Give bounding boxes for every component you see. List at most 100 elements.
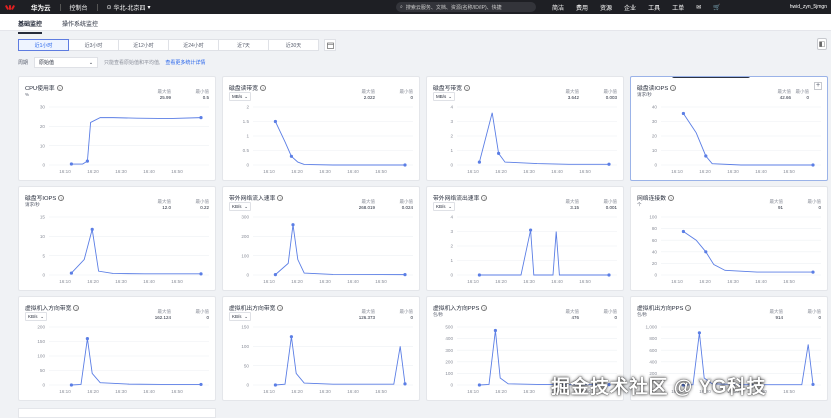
metric-chart: 300 200 100 0 16:10 16:20 16:30 16:40 16:50 <box>241 215 413 284</box>
x-tick-label: 16:10 <box>467 389 479 394</box>
x-tick-label: 16:50 <box>783 169 795 174</box>
nav-enterprise[interactable]: 企业 <box>624 3 636 12</box>
x-tick-label: 16:50 <box>375 169 387 174</box>
x-tick-label: 16:40 <box>347 279 359 284</box>
x-tick-label: 16:50 <box>171 389 183 394</box>
metric-chart: 200 150 100 50 0 16:10 16:20 16:30 16:40 16:50 <box>37 325 209 394</box>
metric-series-line <box>683 113 813 166</box>
y-tick-label: 0 <box>246 273 249 278</box>
y-tick-label: 100 <box>445 371 453 376</box>
nav-resources[interactable]: 资源 <box>600 3 612 12</box>
side-panel-icon[interactable]: ◧ <box>817 38 827 50</box>
x-tick-label: 16:20 <box>495 389 507 394</box>
global-search-input[interactable]: ⌕ 搜索云服务、文档、资源(名称/ID/IP)、快捷 <box>396 2 536 12</box>
brand-name[interactable]: 华为云 <box>31 2 51 12</box>
search-icon: ⌕ <box>400 4 403 10</box>
time-range-3h[interactable]: 近3小时 <box>68 39 119 51</box>
time-range-12h[interactable]: 近12小时 <box>118 39 169 51</box>
cart-icon[interactable]: 🛒 <box>713 4 720 11</box>
y-tick-label: 2 <box>450 134 453 139</box>
data-point <box>85 159 89 163</box>
console-link[interactable]: 控制台 <box>70 3 88 12</box>
x-tick-label: 16:30 <box>727 279 739 284</box>
x-tick-label: 16:50 <box>783 279 795 284</box>
y-tick-label: 3 <box>450 229 453 234</box>
x-tick-label: 16:10 <box>59 169 71 174</box>
y-tick-label: 20 <box>40 124 46 129</box>
y-tick-label: 300 <box>445 348 453 353</box>
x-tick-label: 16:10 <box>263 389 275 394</box>
y-tick-label: 400 <box>445 336 453 341</box>
data-point <box>477 273 481 277</box>
data-point <box>403 163 407 167</box>
chart-tooltip: 2024/09/28 16:09:20 GMT+08:00磁盘读IOPS: 19… <box>672 77 750 79</box>
y-tick-label: 1 <box>246 134 249 139</box>
data-point <box>273 273 277 277</box>
nav-billing[interactable]: 费用 <box>576 3 588 12</box>
y-tick-label: 100 <box>37 354 45 359</box>
y-tick-label: 150 <box>241 325 249 330</box>
y-tick-label: 30 <box>652 119 658 124</box>
data-point <box>493 328 497 333</box>
calendar-icon[interactable] <box>324 39 336 51</box>
x-tick-label: 16:10 <box>671 279 683 284</box>
tab-os-monitoring[interactable]: 操作系统监控 <box>62 19 98 28</box>
y-tick-label: 50 <box>244 363 250 368</box>
y-tick-label: 0 <box>246 383 249 388</box>
x-tick-label: 16:30 <box>523 279 535 284</box>
watermark: 掘金技术社区 @ YG科技 <box>551 377 767 398</box>
x-tick-label: 16:50 <box>579 169 591 174</box>
nav-simple[interactable]: 简洁 <box>552 3 564 12</box>
region-selector[interactable]: ⊙ 华北-北京四 ▾ <box>107 3 151 12</box>
data-point <box>704 250 708 254</box>
x-tick-label: 16:20 <box>699 169 711 174</box>
x-tick-label: 16:20 <box>87 169 99 174</box>
x-tick-label: 16:30 <box>523 169 535 174</box>
time-range-7d[interactable]: 近7天 <box>218 39 269 51</box>
metric-series-line <box>71 117 202 165</box>
top-nav: 简洁 费用 资源 企业 工具 工单 ✉ 🛒 <box>552 0 721 14</box>
x-tick-label: 16:40 <box>143 169 155 174</box>
metric-series-line <box>71 338 201 386</box>
view-more-stats-link[interactable]: 查看更多统计详情 <box>165 59 205 66</box>
metric-card: CPU使用率?% 最大值 25.99 最小值 0.5 30 20 10 0 16:10 16:20 1… <box>18 76 216 181</box>
y-tick-label: 20 <box>652 261 658 266</box>
message-icon[interactable]: ✉ <box>696 4 701 11</box>
metric-series-line <box>275 224 406 276</box>
y-tick-label: 100 <box>241 344 249 349</box>
huawei-logo[interactable] <box>4 4 17 11</box>
y-tick-label: 15 <box>40 215 46 220</box>
y-tick-label: 60 <box>652 238 658 243</box>
y-tick-label: 1,000 <box>646 325 658 330</box>
x-tick-label: 16:20 <box>87 279 99 284</box>
nav-tickets[interactable]: 工单 <box>672 3 684 12</box>
x-tick-label: 16:40 <box>143 279 155 284</box>
data-point <box>697 331 701 335</box>
time-range-1h[interactable]: 近1小时 <box>18 39 69 51</box>
y-tick-label: 30 <box>40 105 46 110</box>
user-menu[interactable]: hwid_zyn_5jmgn <box>790 0 827 14</box>
x-tick-label: 16:30 <box>319 389 331 394</box>
divider <box>96 3 98 11</box>
y-tick-label: 0 <box>654 273 657 278</box>
x-tick-label: 16:30 <box>115 389 127 394</box>
y-tick-label: 800 <box>649 336 657 341</box>
metric-series-line <box>275 336 406 386</box>
location-icon: ⊙ <box>106 4 112 11</box>
data-point <box>289 335 293 339</box>
x-tick-label: 16:50 <box>375 389 387 394</box>
x-tick-label: 16:30 <box>319 169 331 174</box>
metric-chart: 40 30 20 10 0 16:10 16:20 16:30 16:40 16:50 <box>652 105 821 174</box>
metric-card: 磁盘读IOPS? 请求/秒 最大值 42.66 最小值 0 +40 30 20 10 0 16:10 1… <box>630 76 828 181</box>
nav-tools[interactable]: 工具 <box>648 3 660 12</box>
time-range-24h[interactable]: 近24小时 <box>168 39 219 51</box>
tab-basic-monitoring[interactable]: 基础监控 <box>18 19 43 34</box>
y-tick-label: 200 <box>241 234 249 239</box>
time-range-30d[interactable]: 近30天 <box>268 39 319 51</box>
x-tick-label: 16:40 <box>347 169 359 174</box>
y-tick-label: 0 <box>246 163 249 168</box>
period-select[interactable]: 原始值 ⌄ <box>34 57 99 68</box>
period-label: 周期 <box>18 60 29 66</box>
y-tick-label: 0 <box>42 163 45 168</box>
x-tick-label: 16:20 <box>291 389 303 394</box>
